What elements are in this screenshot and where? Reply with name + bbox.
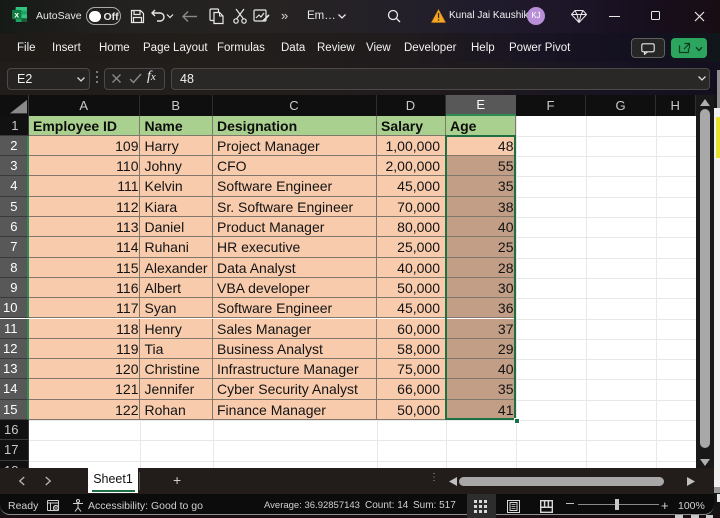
svg-text:x: x (14, 9, 19, 19)
